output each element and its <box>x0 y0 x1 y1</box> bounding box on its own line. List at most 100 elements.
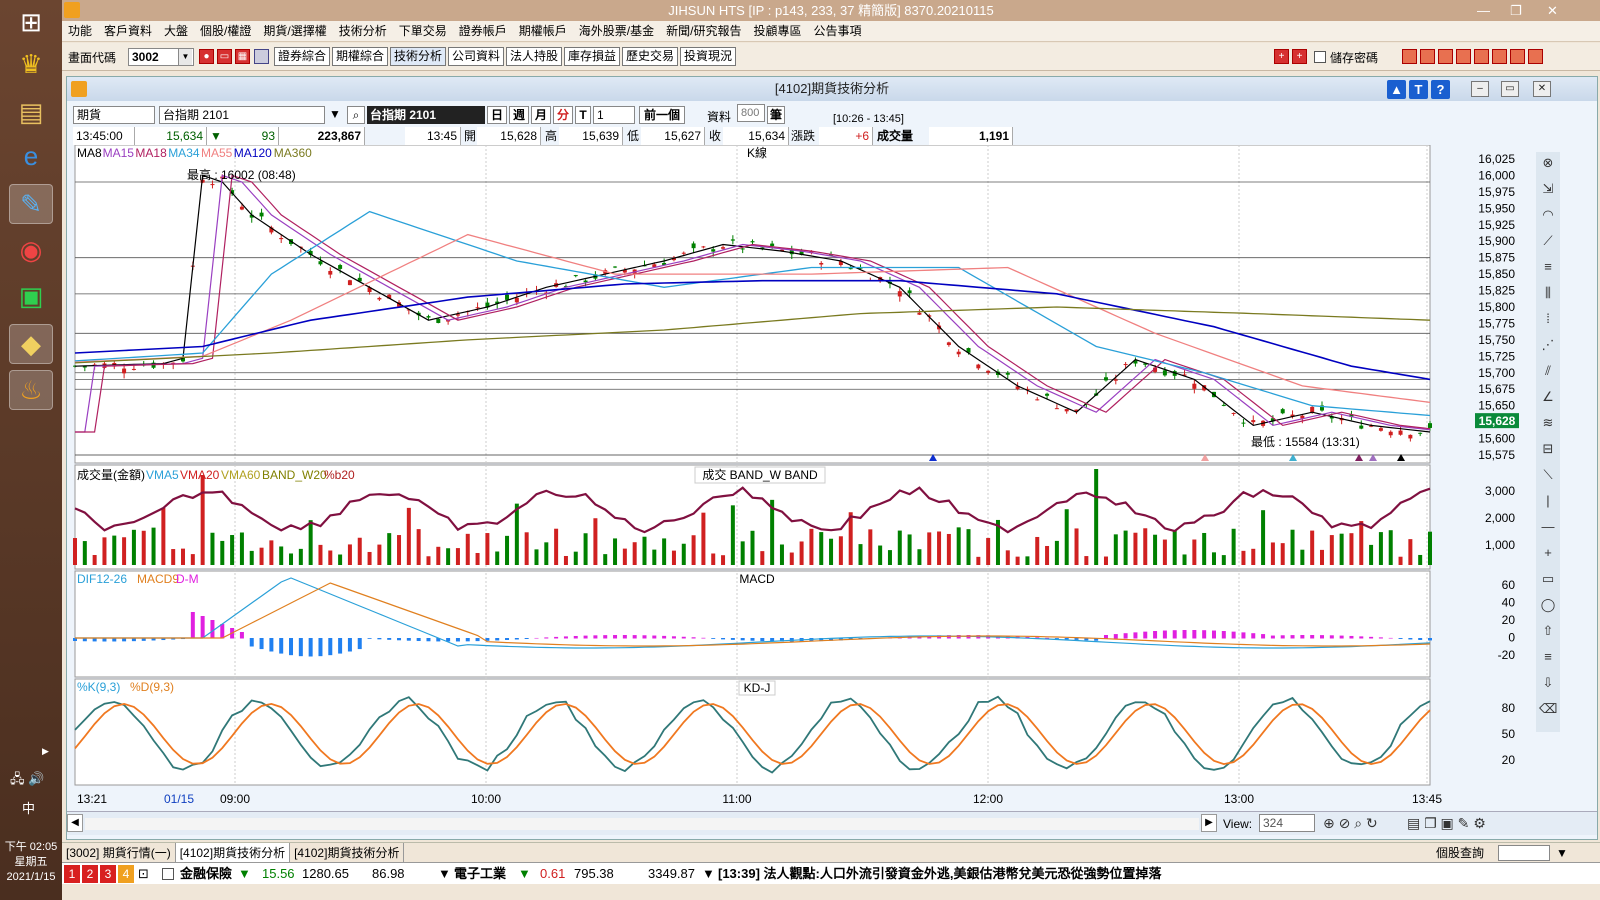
line-tool-icon[interactable]: ⟋ <box>1539 232 1557 250</box>
menu-item-12[interactable]: 公告事項 <box>808 21 868 42</box>
ellipse-tool-icon[interactable]: ◯ <box>1539 596 1557 614</box>
sector2-dropdown-icon[interactable]: ▼ <box>702 863 715 885</box>
cursor-tool-icon[interactable]: ⇲ <box>1539 180 1557 198</box>
chrome-icon[interactable]: ◉ <box>9 230 53 270</box>
up-arrow-icon[interactable]: ▲ <box>1387 80 1406 99</box>
contract-select[interactable]: 台指期 2101 <box>159 106 325 124</box>
tab-technical-2[interactable]: [4102]期貨技術分析 <box>290 843 405 863</box>
period-tick-button[interactable]: T <box>575 106 591 124</box>
grid-tool-icon[interactable]: ⫼ <box>1539 284 1557 302</box>
hline-tool-icon[interactable]: — <box>1539 518 1557 536</box>
window-close-button[interactable]: ✕ <box>1533 81 1551 97</box>
period-minute-button[interactable]: 分 <box>553 106 573 124</box>
erase-tool-icon[interactable]: ⌫ <box>1539 700 1557 718</box>
chart-view-icons[interactable]: ▤ ❐ ▣ ✎ ⚙ <box>1407 815 1486 832</box>
tool-icon-2[interactable] <box>1420 49 1435 64</box>
line-icon[interactable]: ▣ <box>9 276 53 316</box>
crown-icon[interactable]: ♛ <box>9 44 53 84</box>
help-icon[interactable]: ? <box>1431 80 1450 99</box>
dropdown-menu-icon[interactable] <box>254 49 269 64</box>
page-2-button[interactable]: 2 <box>82 865 98 883</box>
angle-tool-icon[interactable]: ∠ <box>1539 388 1557 406</box>
scroll-right-icon[interactable]: ▶ <box>1201 814 1217 832</box>
menu-item-7[interactable]: 證券帳戶 <box>453 21 513 42</box>
chevron-down-icon[interactable]: ▼ <box>178 49 192 65</box>
rect-tool-icon[interactable]: ▭ <box>1539 570 1557 588</box>
wave-tool-icon[interactable]: ≋ <box>1539 414 1557 432</box>
window-minimize-button[interactable]: – <box>1471 81 1489 97</box>
tool-icon-4[interactable] <box>1456 49 1471 64</box>
stock-query-dropdown-icon[interactable]: ▼ <box>1552 843 1572 863</box>
flag-icon[interactable]: + <box>1274 49 1289 64</box>
cross-tool-icon[interactable]: + <box>1539 544 1557 562</box>
channel-tool-icon[interactable]: ⋰ <box>1539 336 1557 354</box>
print-red-icon[interactable]: ▦ <box>235 49 250 64</box>
toolbar-button-4[interactable]: 法人持股 <box>506 47 563 66</box>
news-ticker[interactable]: [13:39] 法人觀點:人口外流引發資金外逃,美銀估港幣兌美元恐從強勢位置掉落 <box>718 863 1161 885</box>
toolbar-button-7[interactable]: 投資現況 <box>680 47 737 66</box>
restore-icon[interactable]: ❐ <box>1510 0 1522 21</box>
period-day-button[interactable]: 日 <box>487 106 507 124</box>
menu-item-6[interactable]: 下單交易 <box>393 21 453 42</box>
search-icon[interactable]: ⌕ <box>347 106 365 124</box>
menu-item-3[interactable]: 個股/權證 <box>194 21 257 42</box>
menu-item-8[interactable]: 期權帳戶 <box>513 21 573 42</box>
technical-chart[interactable]: 13:21 01/15 09:00 10:00 11:00 12:00 13:00 13:45… <box>67 145 1537 811</box>
menu-item-9[interactable]: 海外股票/基金 <box>573 21 660 42</box>
paint-icon[interactable]: ✎ <box>9 184 53 224</box>
tool-icon-8[interactable] <box>1528 49 1543 64</box>
tab-technical-1[interactable]: [4102]期貨技術分析 <box>175 843 291 863</box>
tool-icon-5[interactable] <box>1474 49 1489 64</box>
text-icon[interactable]: T <box>1409 80 1428 99</box>
list-tool-icon[interactable]: ≡ <box>1539 648 1557 666</box>
menu-item-11[interactable]: 投顧專區 <box>747 21 807 42</box>
up-tool-icon[interactable]: ⇧ <box>1539 622 1557 640</box>
menu-item-4[interactable]: 期貨/選擇權 <box>257 21 332 42</box>
vline-tool-icon[interactable]: | <box>1539 492 1557 510</box>
close-icon[interactable]: ✕ <box>1547 0 1558 21</box>
lock-icon[interactable]: ⊡ <box>138 863 149 885</box>
prev-button[interactable]: 前一個 <box>639 106 685 124</box>
fib-tool-icon[interactable]: ≡ <box>1539 258 1557 276</box>
page-3-button[interactable]: 3 <box>100 865 116 883</box>
toolbar-button-2[interactable]: 技術分析 <box>390 47 447 66</box>
menu-item-1[interactable]: 客戶資料 <box>98 21 158 42</box>
scroll-left-icon[interactable]: ◀ <box>67 814 83 832</box>
jihsun-app-icon[interactable]: ♨ <box>9 370 53 410</box>
tool-icon-6[interactable] <box>1492 49 1507 64</box>
page-4-button[interactable]: 4 <box>118 865 134 883</box>
taskbar-clock[interactable]: 下午 02:05 星期五 2021/1/15 <box>0 840 62 885</box>
arc-tool-icon[interactable]: ◠ <box>1539 206 1557 224</box>
chart-tools-icons[interactable]: ⊕ ⊘ ⌕ ↻ <box>1323 815 1378 832</box>
bars-tool-icon[interactable]: ⁞ <box>1539 310 1557 328</box>
toolbar-button-0[interactable]: 證券綜合 <box>274 47 331 66</box>
menu-item-10[interactable]: 新聞/研究報告 <box>660 21 747 42</box>
box-tool-icon[interactable]: ⊟ <box>1539 440 1557 458</box>
windows-start-icon[interactable]: ⊞ <box>9 2 53 42</box>
expand-arrow-icon[interactable]: ▶ <box>42 746 49 757</box>
save-password-checkbox[interactable] <box>1314 51 1326 63</box>
stock-query-input[interactable] <box>1498 845 1550 861</box>
toolbar-button-3[interactable]: 公司資料 <box>448 47 505 66</box>
contract-dropdown-icon[interactable]: ▼ <box>329 107 341 121</box>
menu-item-0[interactable]: 功能 <box>62 21 98 42</box>
interval-select[interactable]: 1 <box>593 106 635 124</box>
view-input[interactable]: 324 <box>1259 814 1315 832</box>
internet-explorer-icon[interactable]: e <box>9 136 53 176</box>
data-count-input[interactable]: 800 <box>737 104 765 122</box>
horizontal-scrollbar[interactable] <box>85 818 1199 830</box>
diag-tool-icon[interactable]: ⟍ <box>1539 466 1557 484</box>
delete-tool-icon[interactable]: ⊗ <box>1539 154 1557 172</box>
toolbar-button-6[interactable]: 歷史交易 <box>622 47 679 66</box>
minimize-icon[interactable]: — <box>1477 0 1490 21</box>
menu-item-2[interactable]: 大盤 <box>158 21 194 42</box>
ime-indicator[interactable]: 中 <box>22 798 35 817</box>
calendar-red-icon[interactable]: ▭ <box>217 49 232 64</box>
network-volume-icon[interactable]: 🖧 🔊 <box>10 770 44 792</box>
period-month-button[interactable]: 月 <box>531 106 551 124</box>
toolbar-button-5[interactable]: 庫存損益 <box>564 47 621 66</box>
tool-icon-7[interactable] <box>1510 49 1525 64</box>
tool-icon-1[interactable] <box>1402 49 1417 64</box>
tool-icon-3[interactable] <box>1438 49 1453 64</box>
notes-icon[interactable]: ◆ <box>9 324 53 364</box>
